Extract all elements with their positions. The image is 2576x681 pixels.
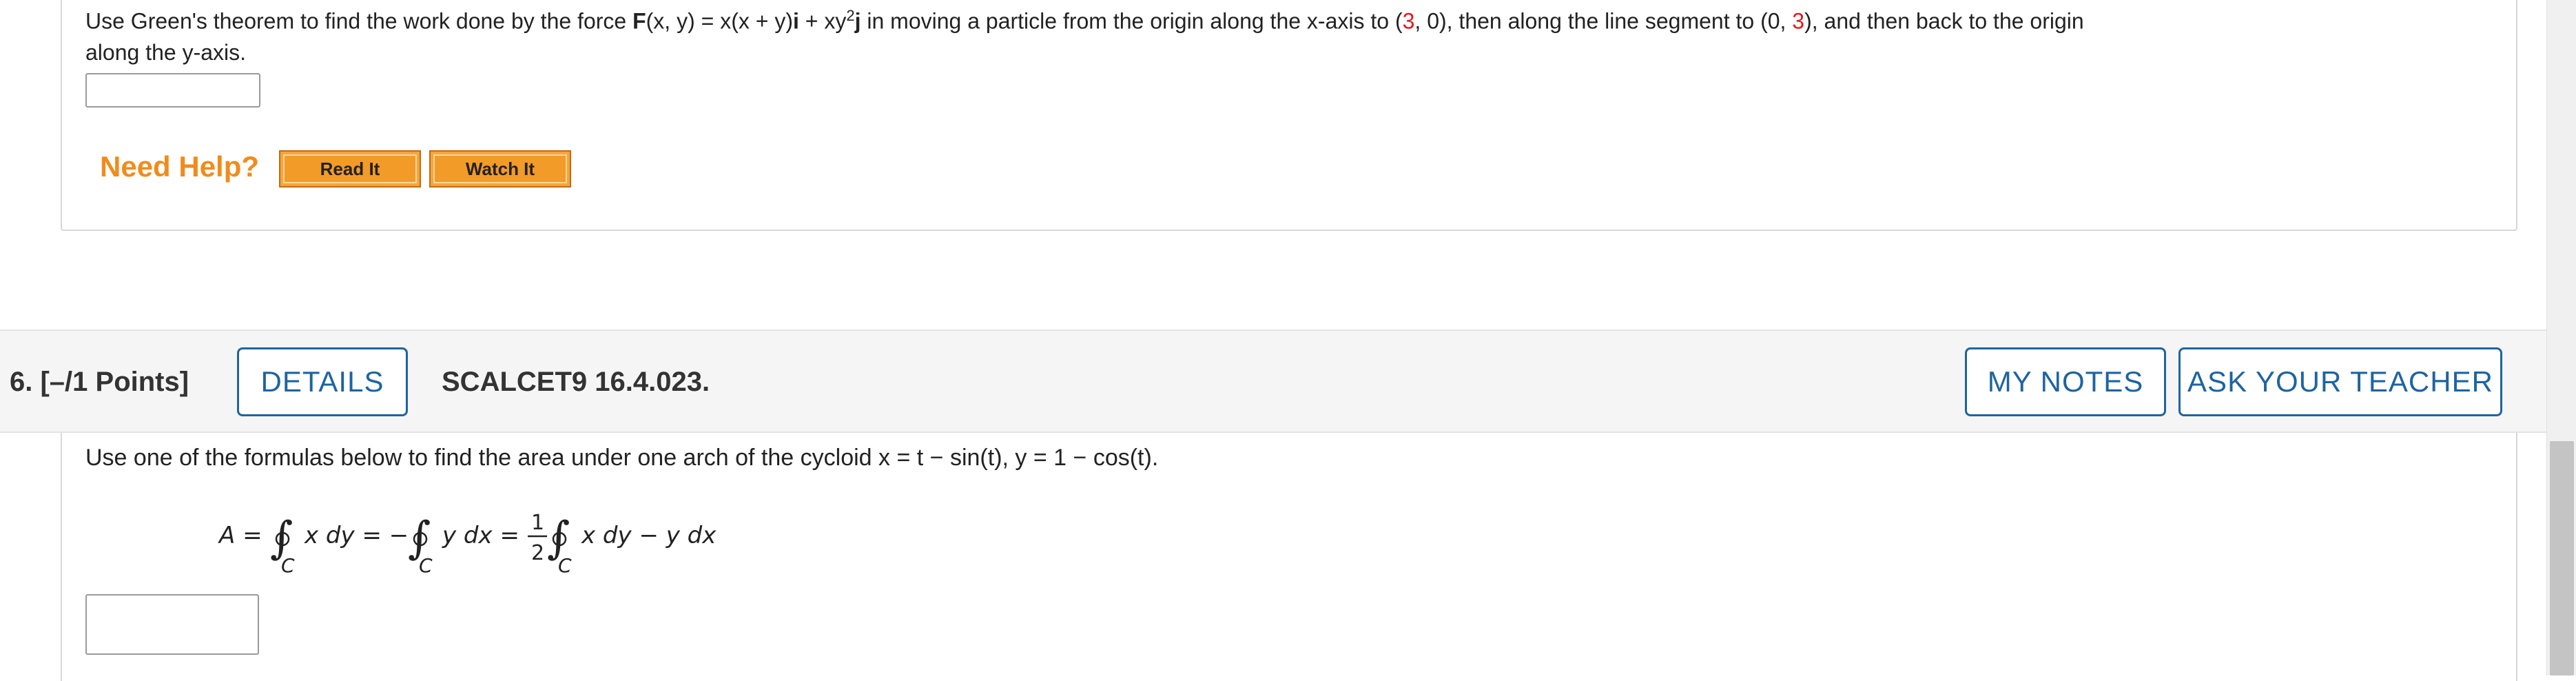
prev-text-part1: Use Green's theorem to find the work don…	[85, 8, 633, 34]
read-it-button[interactable]: Read It	[279, 150, 421, 187]
contour-integral-1: ∫ C	[270, 513, 295, 577]
prev-text-line2: along the y-axis.	[85, 39, 247, 65]
formula-term3: x dy − y dx	[581, 522, 717, 549]
page-scrollbar[interactable]	[2546, 0, 2576, 675]
point1-x-value: 3	[1402, 8, 1415, 34]
contour-sub-3: C	[558, 554, 572, 577]
contour-integral-2: ∫ C	[408, 513, 433, 577]
question-text: Use one of the formulas below to find th…	[85, 445, 1159, 471]
ask-your-teacher-button[interactable]: ASK YOUR TEACHER	[2178, 347, 2502, 416]
prev-text-part3: , 0), then along the line segment to (0,	[1414, 8, 1793, 34]
contour-integral-3: ∫ C	[547, 513, 572, 577]
i-vector: i	[792, 8, 799, 34]
fraction-denominator: 2	[531, 541, 544, 565]
force-args: (x, y) = x(x + y)	[646, 8, 793, 34]
details-button[interactable]: DETAILS	[237, 347, 408, 416]
fraction-numerator: 1	[531, 511, 544, 535]
formula-lhs: A =	[218, 522, 262, 549]
question-code: SCALCET9 16.4.023.	[442, 367, 710, 397]
force-second-term: + xy	[798, 8, 847, 34]
read-it-label: Read It	[283, 154, 417, 183]
need-help-label: Need Help?	[100, 150, 260, 183]
force-symbol: F	[632, 8, 646, 34]
prev-text-part2: in moving a particle from the origin alo…	[861, 8, 1403, 34]
point2-y-value: 3	[1792, 8, 1805, 34]
contour-sub-1: C	[281, 554, 295, 577]
previous-question-text: Use Green's theorem to find the work don…	[85, 0, 2497, 68]
exponent: 2	[846, 7, 855, 24]
question-header: 6. [–/1 Points] DETAILS SCALCET9 16.4.02…	[0, 329, 2546, 433]
scrollbar-thumb[interactable]	[2550, 441, 2574, 675]
area-answer-input[interactable]	[85, 594, 259, 655]
my-notes-button[interactable]: MY NOTES	[1965, 347, 2166, 416]
watch-it-button[interactable]: Watch It	[429, 150, 571, 187]
fraction-one-half: 1 2	[528, 511, 547, 565]
area-formula: A = ∫ C x dy = − ∫ C y dx = 1 2 ∫ C x dy…	[218, 511, 717, 577]
formula-term2: y dx =	[442, 522, 519, 549]
contour-sub-2: C	[419, 554, 433, 577]
question-number: 6. [–/1 Points]	[10, 367, 189, 397]
watch-it-label: Watch It	[433, 154, 567, 183]
formula-term1: x dy = −	[304, 522, 409, 549]
prev-text-part4: ), and then back to the origin	[1804, 8, 2084, 34]
previous-answer-input[interactable]	[85, 73, 260, 108]
